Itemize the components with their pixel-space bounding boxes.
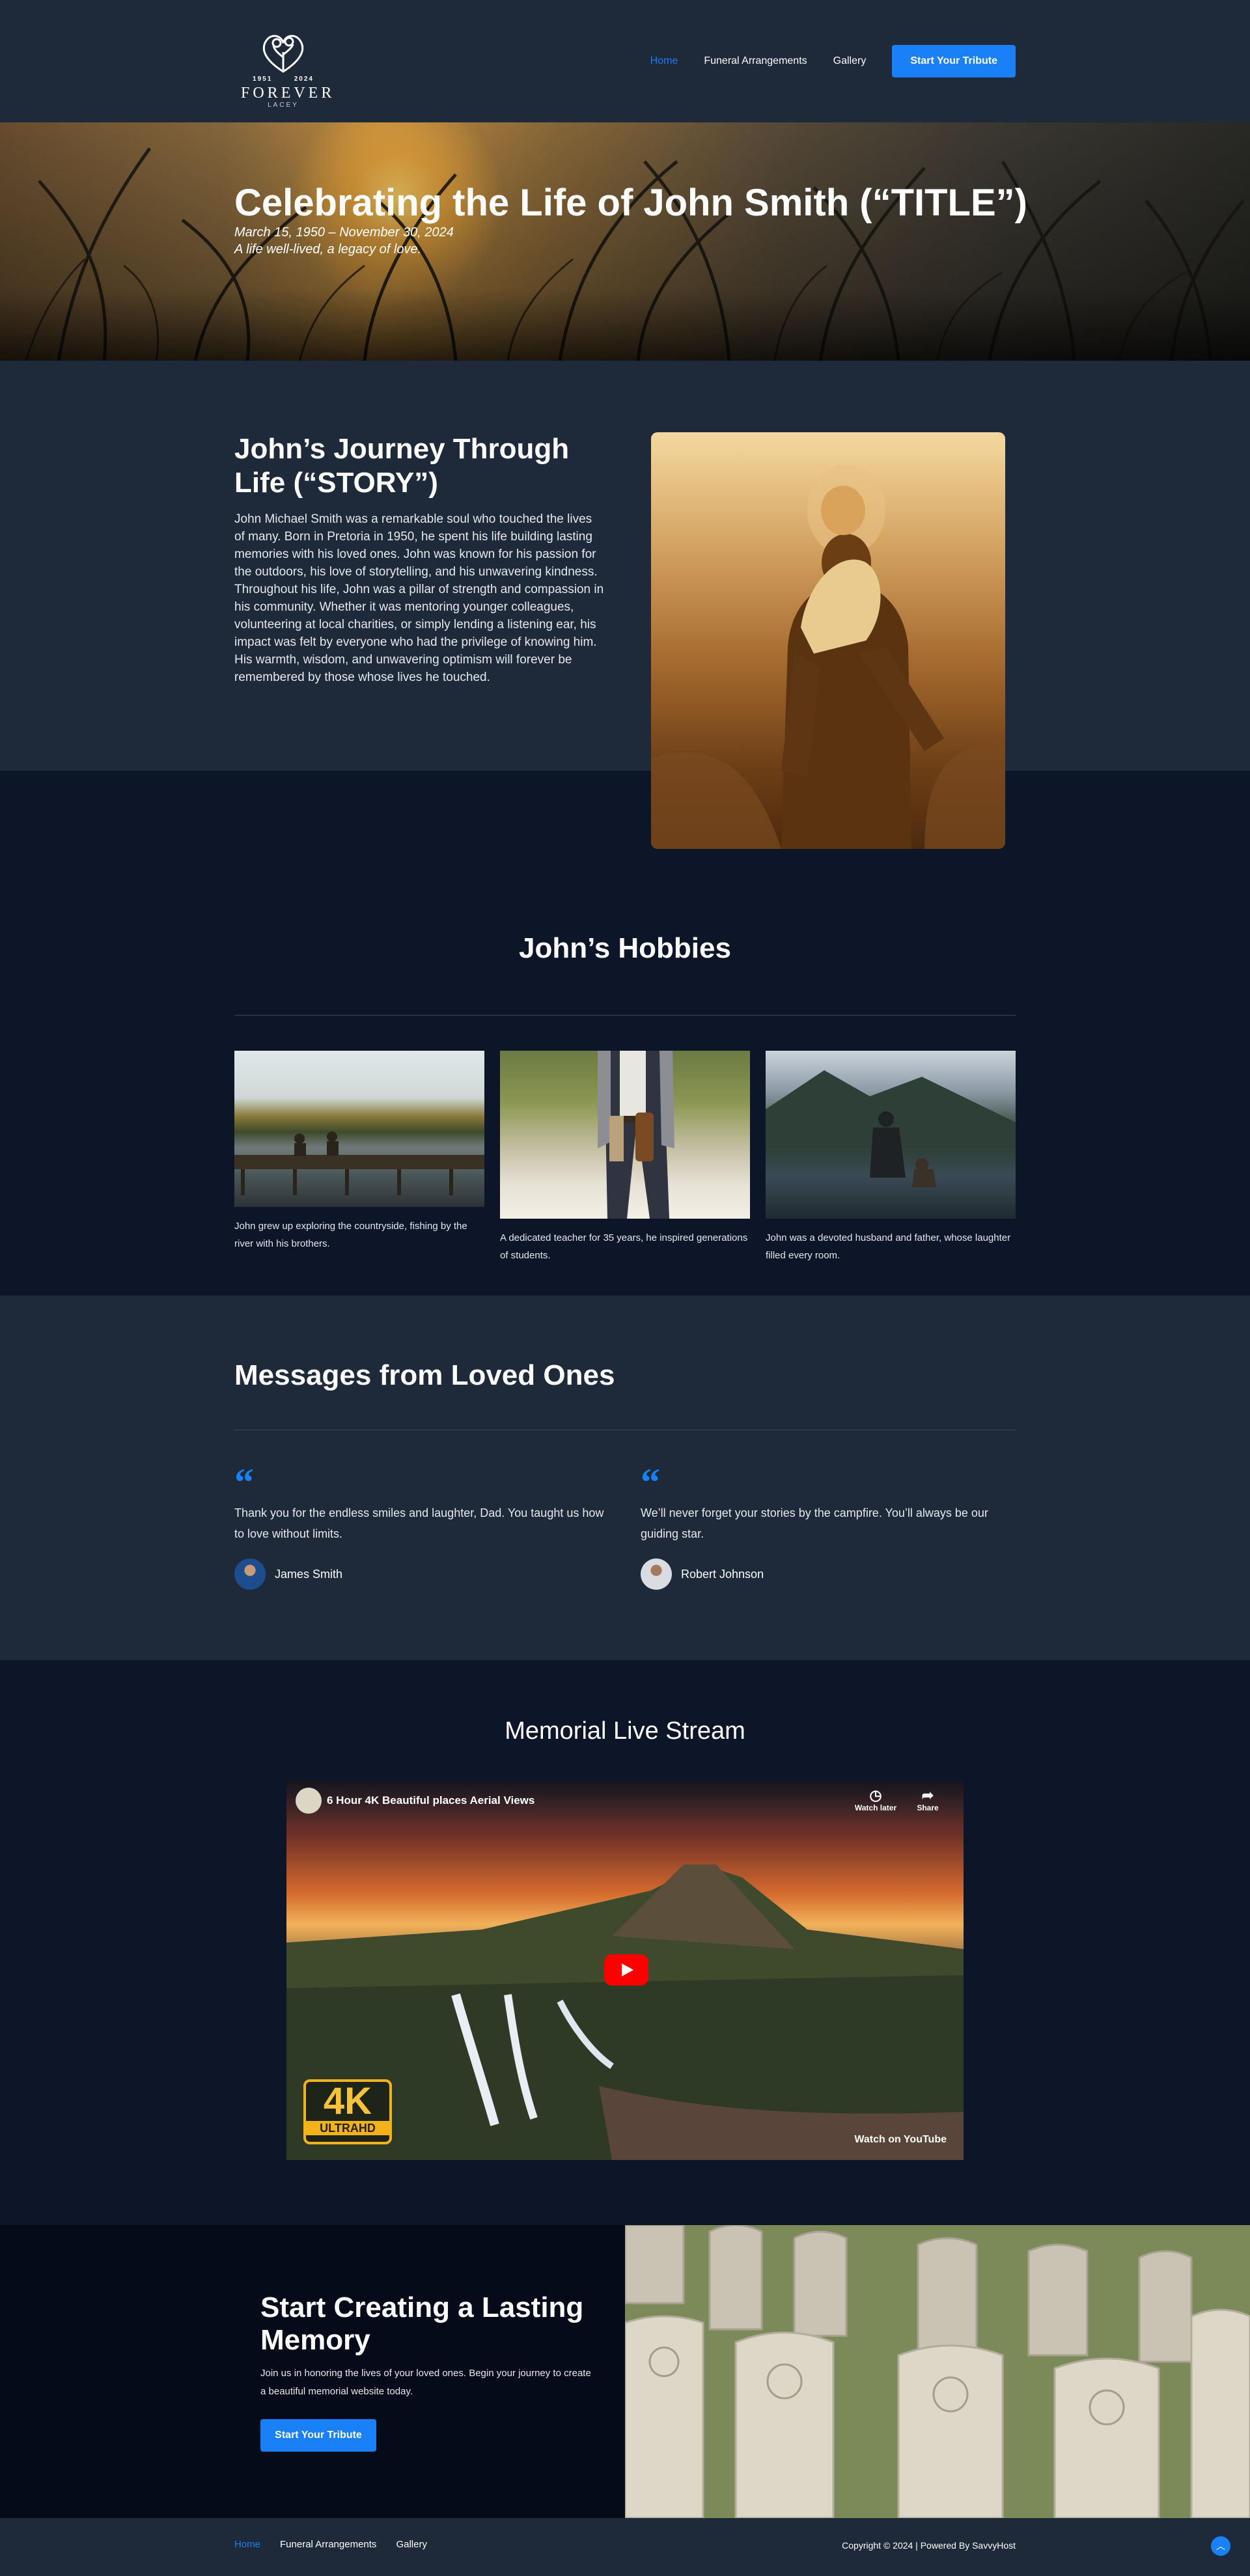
hobby-card: John was a devoted husband and father, w… xyxy=(766,1051,1016,1264)
hobby-image-fishing xyxy=(234,1051,484,1207)
hobby-card: John grew up exploring the countryside, … xyxy=(234,1051,484,1253)
story-photo xyxy=(651,432,1005,849)
quote-icon: “ xyxy=(234,1461,254,1504)
hobby-caption: John was a devoted husband and father, w… xyxy=(766,1232,1011,1261)
nav-home[interactable]: Home xyxy=(650,55,678,67)
hero-title: Celebrating the Life of John Smith (“TIT… xyxy=(234,182,1027,224)
page: 1951 2024 FOREVER LACEY Home Funeral Arr… xyxy=(0,0,1250,2576)
hobbies-divider xyxy=(234,1015,1016,1016)
logo-years: 1951 2024 xyxy=(253,76,314,83)
chevron-up-icon[interactable]: ︿ xyxy=(1211,2536,1230,2556)
hero-banner xyxy=(0,122,1250,361)
badge-sub: ULTRAHD xyxy=(306,2121,389,2135)
message-text: Thank you for the endless smiles and lau… xyxy=(234,1506,604,1540)
clock-icon: ◷ xyxy=(869,1787,882,1803)
watch-later-button[interactable]: ◷ Watch later xyxy=(853,1787,898,1813)
story-section xyxy=(0,361,1250,771)
youtube-embed[interactable]: 6 Hour 4K Beautiful places Aerial Views … xyxy=(286,1780,964,2160)
heart-tree-logo-icon xyxy=(262,35,304,73)
copyright-text: Copyright © 2024 | Powered By SavvyHost xyxy=(842,2540,1016,2551)
cta-title: Start Creating a Lasting Memory xyxy=(260,2292,584,2356)
watch-on-youtube-link[interactable]: Watch on YouTube xyxy=(854,2134,947,2146)
hobbies-title: John’s Hobbies xyxy=(519,932,731,964)
nav-funeral-arrangements[interactable]: Funeral Arrangements xyxy=(704,55,807,67)
story-text: John Michael Smith was a remarkable soul… xyxy=(234,510,605,686)
logo-name: FOREVER xyxy=(241,85,335,102)
hobby-image-teacher xyxy=(500,1051,750,1219)
avatar xyxy=(641,1558,672,1590)
badge-main: 4K xyxy=(323,2080,372,2122)
footer-nav-gallery[interactable]: Gallery xyxy=(396,2539,427,2550)
message-card: “ We’ll never forget your stories by the… xyxy=(641,1461,1018,1590)
youtube-play-icon[interactable] xyxy=(604,1954,648,1986)
site-header: 1951 2024 FOREVER LACEY Home Funeral Arr… xyxy=(0,0,1250,122)
story-paragraph-2: Throughout his life, John was a pillar o… xyxy=(234,583,604,684)
headstones-photo xyxy=(625,2225,1250,2518)
livestream-title: Memorial Live Stream xyxy=(505,1717,745,1745)
4k-badge: 4K ULTRAHD xyxy=(303,2079,392,2144)
messages-title: Messages from Loved Ones xyxy=(234,1359,615,1391)
logo-subtitle: LACEY xyxy=(268,102,299,109)
watch-later-label: Watch later xyxy=(854,1803,897,1812)
hobby-caption: John grew up exploring the countryside, … xyxy=(234,1221,467,1249)
start-tribute-button[interactable]: Start Your Tribute xyxy=(892,45,1016,77)
share-button[interactable]: ➦ Share xyxy=(905,1787,951,1813)
message-author: Robert Johnson xyxy=(641,1558,1018,1590)
footer-nav: Home Funeral Arrangements Gallery xyxy=(234,2539,447,2550)
messages-section xyxy=(0,1295,1250,1660)
hero-dates: March 15, 1950 – November 30, 2024 xyxy=(234,225,454,240)
avatar xyxy=(234,1558,266,1590)
site-footer: Home Funeral Arrangements Gallery Copyri… xyxy=(0,2518,1250,2576)
cta-text: Join us in honoring the lives of your lo… xyxy=(260,2368,591,2397)
story-paragraph-1: John Michael Smith was a remarkable soul… xyxy=(234,512,598,579)
author-name: James Smith xyxy=(275,1567,343,1581)
nav-gallery[interactable]: Gallery xyxy=(833,55,867,67)
video-title[interactable]: 6 Hour 4K Beautiful places Aerial Views xyxy=(327,1794,535,1807)
footer-nav-home[interactable]: Home xyxy=(234,2539,260,2550)
hobby-image-family xyxy=(766,1051,1016,1219)
share-label: Share xyxy=(917,1803,939,1812)
cta-start-tribute-button[interactable]: Start Your Tribute xyxy=(260,2419,376,2452)
hobby-caption: A dedicated teacher for 35 years, he ins… xyxy=(500,1232,748,1261)
hobby-card: A dedicated teacher for 35 years, he ins… xyxy=(500,1051,750,1264)
hero-overlay xyxy=(0,122,1250,361)
channel-avatar[interactable] xyxy=(296,1788,322,1814)
father-child-photo xyxy=(651,465,1005,849)
share-icon: ➦ xyxy=(921,1787,934,1803)
message-text: We’ll never forget your stories by the c… xyxy=(641,1506,988,1540)
story-title: John’s Journey Through Life (“STORY”) xyxy=(234,433,570,499)
site-logo[interactable]: 1951 2024 FOREVER LACEY xyxy=(241,29,335,112)
message-card: “ Thank you for the endless smiles and l… xyxy=(234,1461,612,1590)
main-nav: Home Funeral Arrangements Gallery Start … xyxy=(650,44,1016,78)
hero-tagline: A life well-lived, a legacy of love. xyxy=(234,242,422,256)
quote-icon: “ xyxy=(641,1461,660,1504)
author-name: Robert Johnson xyxy=(681,1567,764,1581)
footer-nav-funeral-arrangements[interactable]: Funeral Arrangements xyxy=(280,2539,376,2550)
cta-image xyxy=(625,2225,1250,2518)
message-author: James Smith xyxy=(234,1558,612,1590)
